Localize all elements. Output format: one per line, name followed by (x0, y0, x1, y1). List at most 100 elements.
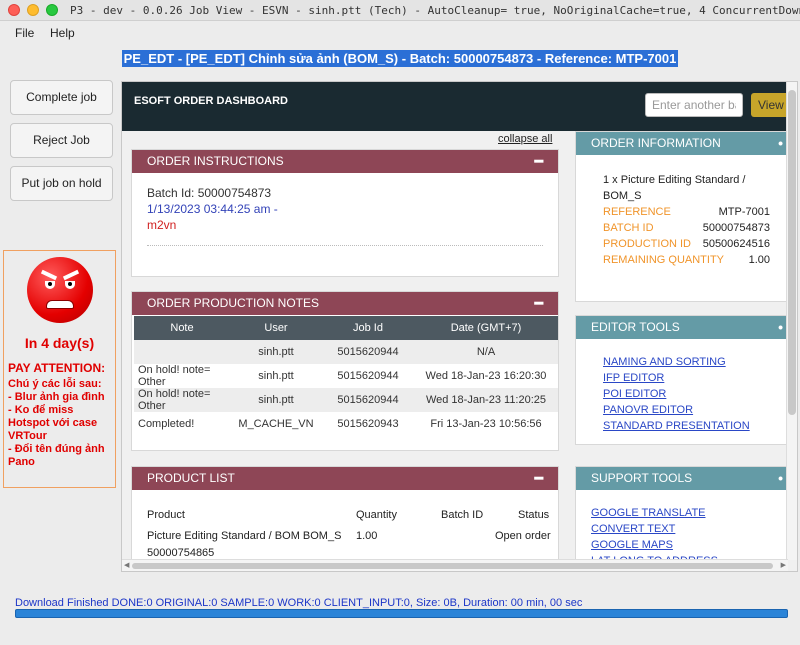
reference-label: REFERENCE (603, 206, 671, 218)
hold-job-button[interactable]: Put job on hold (10, 166, 113, 201)
close-window-button[interactable] (8, 4, 20, 16)
window-titlebar: P3 - dev - 0.0.26 Job View - ESVN - sinh… (0, 0, 800, 21)
collapse-icon[interactable]: ━ (535, 292, 543, 315)
product-list-header[interactable]: PRODUCT LIST ━ (132, 467, 558, 490)
batch-id-column: Batch ID (441, 509, 484, 521)
status-column: Status (518, 509, 550, 521)
batch-id-value: 50000754873 (702, 222, 770, 234)
vertical-scrollbar[interactable] (786, 82, 797, 560)
menu-bar: File Help (0, 22, 800, 43)
days-remaining: In 4 day(s) (24, 335, 95, 351)
product-quantity: 1.00 (356, 530, 378, 542)
standard-presentation-link[interactable]: STANDARD PRESENTATION (603, 420, 750, 432)
date-cell: Fri 13-Jan-23 10:56:56 (414, 412, 558, 436)
dashboard-viewport: ESOFT ORDER DASHBOARD View collapse all … (121, 81, 798, 572)
support-tools-panel: SUPPORT TOOLS • GOOGLE TRANSLATE CONVERT… (575, 466, 788, 571)
production-notes-header[interactable]: ORDER PRODUCTION NOTES ━ (132, 292, 558, 315)
reject-job-button[interactable]: Reject Job (10, 123, 113, 158)
poi-editor-link[interactable]: POI EDITOR (603, 388, 666, 400)
column-header[interactable]: Date (GMT+7) (414, 316, 558, 340)
instruction-batch-id: Batch Id: 50000754873 (147, 186, 272, 200)
order-description: 1 x Picture Editing Standard / BOM_S (603, 174, 746, 202)
collapse-icon[interactable]: ━ (535, 150, 543, 173)
order-instructions-header[interactable]: ORDER INSTRUCTIONS ━ (132, 150, 558, 173)
note-cell: On hold! note= Other (134, 388, 230, 412)
scroll-right-icon[interactable]: ▶ (781, 561, 786, 569)
production-id-label: PRODUCTION ID (603, 238, 691, 250)
google-translate-link[interactable]: GOOGLE TRANSLATE (591, 507, 706, 519)
table-row[interactable]: sinh.ptt 5015620944 N/A (134, 340, 558, 364)
divider (147, 245, 543, 246)
date-cell: N/A (414, 340, 558, 364)
user-cell: sinh.ptt (230, 364, 322, 388)
job-id-cell: 5015620944 (322, 340, 414, 364)
user-cell: sinh.ptt (230, 340, 322, 364)
column-header[interactable]: Job Id (322, 316, 414, 340)
collapse-icon[interactable]: • (778, 316, 783, 339)
job-header-text[interactable]: PE_EDT - [PE_EDT] Chỉnh sửa ảnh (BOM_S) … (121, 50, 679, 67)
user-cell: sinh.ptt (230, 388, 322, 412)
production-notes-panel: ORDER PRODUCTION NOTES ━ Note User Job I… (131, 291, 559, 451)
google-maps-link[interactable]: GOOGLE MAPS (591, 539, 673, 551)
collapse-all-link[interactable]: collapse all (498, 133, 552, 145)
column-header[interactable]: Note (134, 316, 230, 340)
menu-file[interactable]: File (15, 26, 34, 40)
collapse-icon[interactable]: • (778, 132, 783, 155)
order-instructions-title: ORDER INSTRUCTIONS (147, 154, 284, 168)
instruction-date: 1/13/2023 03:44:25 am - (147, 202, 278, 216)
job-id-cell: 5015620944 (322, 364, 414, 388)
collapse-icon[interactable]: ━ (535, 467, 543, 490)
user-cell: M_CACHE_VN (230, 412, 322, 436)
instruction-user: m2vn (147, 218, 177, 232)
production-notes-title: ORDER PRODUCTION NOTES (147, 296, 320, 310)
support-tools-header[interactable]: SUPPORT TOOLS • (576, 467, 787, 490)
order-information-title: ORDER INFORMATION (591, 136, 721, 150)
dashboard-title: ESOFT ORDER DASHBOARD (134, 95, 289, 107)
batch-id-label: BATCH ID (603, 222, 654, 234)
menu-help[interactable]: Help (50, 26, 75, 40)
production-notes-table: Note User Job Id Date (GMT+7) sinh.ptt 5… (134, 316, 558, 436)
date-cell: Wed 18-Jan-23 16:20:30 (414, 364, 558, 388)
download-status: Download Finished DONE:0 ORIGINAL:0 SAMP… (15, 597, 583, 609)
editor-tools-panel: EDITOR TOOLS • NAMING AND SORTING IFP ED… (575, 315, 788, 445)
download-progress-bar (15, 609, 788, 618)
pay-attention-label: PAY ATTENTION: (8, 361, 106, 375)
complete-job-button[interactable]: Complete job (10, 80, 113, 115)
minimize-window-button[interactable] (27, 4, 39, 16)
reference-value: MTP-7001 (718, 206, 770, 218)
horizontal-scroll-thumb[interactable] (132, 563, 773, 569)
vertical-scroll-thumb[interactable] (788, 90, 796, 415)
view-button[interactable]: View (751, 93, 791, 117)
date-cell: Wed 18-Jan-23 11:20:25 (414, 388, 558, 412)
order-information-header[interactable]: ORDER INFORMATION • (576, 132, 787, 155)
batch-search-input[interactable] (645, 93, 743, 117)
remaining-quantity-value: 1.00 (748, 254, 770, 266)
order-information-panel: ORDER INFORMATION • 1 x Picture Editing … (575, 131, 788, 302)
table-row[interactable]: Completed! M_CACHE_VN 5015620943 Fri 13-… (134, 412, 558, 436)
collapse-icon[interactable]: • (778, 467, 783, 490)
product-column: Product (147, 509, 185, 521)
remaining-quantity-label: REMAINING QUANTITY (603, 254, 725, 266)
editor-tools-header[interactable]: EDITOR TOOLS • (576, 316, 787, 339)
attention-notes: Chú ý các lỗi sau: - Blur ảnh gia đình -… (8, 378, 105, 468)
scroll-left-icon[interactable]: ◀ (124, 561, 129, 569)
convert-text-link[interactable]: CONVERT TEXT (591, 523, 675, 535)
angry-face-icon (26, 257, 93, 323)
naming-sorting-link[interactable]: NAMING AND SORTING (603, 356, 726, 368)
panovr-editor-link[interactable]: PANOVR EDITOR (603, 404, 693, 416)
order-instructions-panel: ORDER INSTRUCTIONS ━ Batch Id: 500007548… (131, 149, 559, 277)
job-header: PE_EDT - [PE_EDT] Chỉnh sửa ảnh (BOM_S) … (0, 50, 800, 67)
column-header[interactable]: User (230, 316, 322, 340)
production-id-value: 50500624516 (702, 238, 770, 250)
job-id-cell: 5015620944 (322, 388, 414, 412)
editor-tools-title: EDITOR TOOLS (591, 320, 680, 334)
product-list-panel: PRODUCT LIST ━ Product Quantity Batch ID… (131, 466, 559, 571)
horizontal-scrollbar[interactable]: ◀ ▶ (122, 559, 788, 571)
ifp-editor-link[interactable]: IFP EDITOR (603, 372, 664, 384)
maximize-window-button[interactable] (46, 4, 58, 16)
window-title: P3 - dev - 0.0.26 Job View - ESVN - sinh… (70, 4, 800, 17)
table-row[interactable]: On hold! note= Other sinh.ptt 5015620944… (134, 388, 558, 412)
table-row[interactable]: On hold! note= Other sinh.ptt 5015620944… (134, 364, 558, 388)
quantity-column: Quantity (356, 509, 397, 521)
support-tools-title: SUPPORT TOOLS (591, 471, 693, 485)
